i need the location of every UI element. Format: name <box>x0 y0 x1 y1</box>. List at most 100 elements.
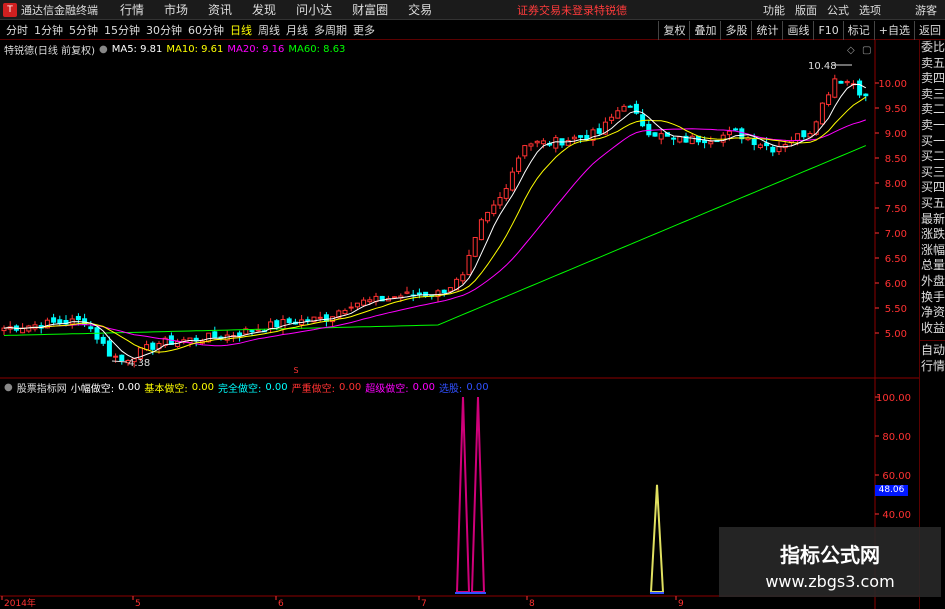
period-tab[interactable]: 15分钟 <box>104 22 140 38</box>
period-tab-active[interactable]: 日线 <box>230 22 252 38</box>
price-axis-label: 8.50 <box>885 154 907 165</box>
period-tab[interactable]: 分时 <box>6 22 28 38</box>
sidebar-tab[interactable]: 最新 <box>920 212 945 228</box>
toolbar-back-button[interactable]: 返回 <box>914 21 945 40</box>
x-axis-label: 8 <box>529 599 535 609</box>
sidebar-tab[interactable]: 买四 <box>920 180 945 196</box>
candle-body <box>485 211 491 222</box>
ind-value-complete: 0.00 <box>265 382 288 393</box>
sidebar-tab[interactable]: 卖三 <box>920 87 945 103</box>
sidebar-tab[interactable]: 买一 <box>920 134 945 150</box>
menu-formula[interactable]: 公式 <box>827 2 849 18</box>
price-axis-label: 5.00 <box>885 329 907 340</box>
candle-body <box>354 302 360 308</box>
toolbar-overlay-button[interactable]: 叠加 <box>689 21 720 40</box>
ind-label-small: 小幅做空: <box>70 384 115 395</box>
candle-body <box>348 306 354 309</box>
menu-options[interactable]: 选项 <box>859 2 881 18</box>
sidebar-tab[interactable]: 收益 <box>920 321 945 337</box>
indicator-axis-label: 60.00 <box>882 471 911 482</box>
high-price-label: 10.48 <box>808 61 837 72</box>
menu-item-wealth[interactable]: 财富圈 <box>352 1 388 18</box>
indicator-spike <box>470 396 486 593</box>
login-status[interactable]: 证券交易未登录 <box>517 2 594 18</box>
sidebar-tab[interactable]: 涨跌 <box>920 227 945 243</box>
app-name: 通达信金融终端 <box>21 3 98 17</box>
candle-body <box>100 336 106 344</box>
toolbar-add-watchlist-button[interactable]: +自选 <box>873 21 914 40</box>
x-axis-label: 7 <box>421 599 427 609</box>
low-price-pointer <box>111 360 128 363</box>
candle-body <box>280 319 286 330</box>
sidebar-tab-quote[interactable]: 行情 <box>920 359 945 375</box>
sidebar-tab[interactable]: 涨幅 <box>920 243 945 259</box>
sidebar-tab[interactable]: 卖二 <box>920 102 945 118</box>
sidebar-tab[interactable]: 外盘 <box>920 274 945 290</box>
menu-item-discover[interactable]: 发现 <box>252 1 276 18</box>
price-axis-label: 9.50 <box>885 104 907 115</box>
menu-layout[interactable]: 版面 <box>795 2 817 18</box>
sidebar-tab[interactable]: 净资 <box>920 305 945 321</box>
toolbar-stats-button[interactable]: 统计 <box>751 21 782 40</box>
toolbar-multi-button[interactable]: 多股 <box>720 21 751 40</box>
candle-body <box>150 342 156 350</box>
period-tab[interactable]: 更多 <box>353 22 375 38</box>
title-bar: T 通达信金融终端 行情 市场 资讯 发现 问小达 财富圈 交易 证券交易未登录… <box>0 0 945 20</box>
toolbar-f10-button[interactable]: F10 <box>813 21 842 40</box>
sidebar-tab[interactable]: 买三 <box>920 165 945 181</box>
sidebar-tab[interactable]: 委比 <box>920 40 945 56</box>
toolbar-adjust-button[interactable]: 复权 <box>658 21 689 40</box>
candle-body <box>571 136 577 140</box>
period-tab[interactable]: 周线 <box>258 22 280 38</box>
menu-function[interactable]: 功能 <box>763 2 785 18</box>
price-axis-label: 8.00 <box>885 179 907 190</box>
sidebar-tab-auto[interactable]: 自动 <box>920 340 945 359</box>
period-tab[interactable]: 5分钟 <box>69 22 98 38</box>
menu-item-assistant[interactable]: 问小达 <box>296 1 332 18</box>
candle-body <box>863 93 869 97</box>
candle-body <box>819 102 825 125</box>
toolbar-mark-button[interactable]: 标记 <box>842 21 874 40</box>
period-tab[interactable]: 多周期 <box>314 22 347 38</box>
menu-item-news[interactable]: 资讯 <box>208 1 232 18</box>
period-tab[interactable]: 30分钟 <box>146 22 182 38</box>
menu-item-trade[interactable]: 交易 <box>408 1 432 18</box>
watermark: 指标公式网 www.zbgs3.com <box>719 527 941 597</box>
indicator-axis-label: 80.00 <box>882 432 911 443</box>
sidebar-tab[interactable]: 换手 <box>920 290 945 306</box>
period-tab[interactable]: 60分钟 <box>188 22 224 38</box>
x-axis-label: 9 <box>678 599 684 609</box>
sidebar-tab[interactable]: 卖一 <box>920 118 945 134</box>
kline-chart[interactable]: 10.00 9.50 9.00 8.50 8.00 7.50 7.00 6.50 6.00 5.5… <box>0 40 919 609</box>
menu-item-markets[interactable]: 市场 <box>164 1 188 18</box>
candle-body <box>88 326 94 330</box>
candle-body <box>553 137 559 149</box>
period-tab[interactable]: 月线 <box>286 22 308 38</box>
candle-body <box>702 140 708 144</box>
candle-body <box>726 130 732 136</box>
period-tab[interactable]: 1分钟 <box>34 22 63 38</box>
candle-body <box>75 315 81 321</box>
indicator-spike <box>455 396 471 593</box>
menu-item-market[interactable]: 行情 <box>120 1 144 18</box>
s-marker: S <box>293 366 298 375</box>
sidebar-tab[interactable]: 买二 <box>920 149 945 165</box>
candle-body <box>826 94 832 105</box>
candle-body <box>237 332 243 337</box>
guest-label[interactable]: 游客 <box>915 2 937 18</box>
sidebar-tab[interactable]: 卖四 <box>920 71 945 87</box>
low-price-label: 4.38 <box>128 358 150 369</box>
candle-body <box>578 135 584 138</box>
sidebar-tab[interactable]: 卖五 <box>920 56 945 72</box>
candle-body <box>367 299 373 303</box>
toolbar-draw-button[interactable]: 画线 <box>782 21 813 40</box>
candle-body <box>460 274 466 282</box>
candle-body <box>627 105 633 108</box>
sidebar-tab[interactable]: 总量 <box>920 258 945 274</box>
candle-body <box>268 321 274 329</box>
candle-body <box>534 140 540 144</box>
sidebar-tab[interactable]: 买五 <box>920 196 945 212</box>
diamond-icon: ◇ <box>847 45 855 56</box>
ind-label-basic: 基本做空: <box>144 384 188 395</box>
candle-body <box>757 144 763 149</box>
